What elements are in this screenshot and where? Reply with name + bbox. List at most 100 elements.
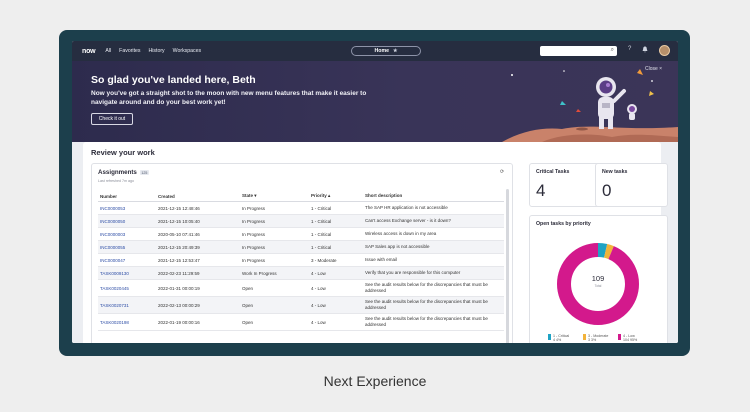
table-row[interactable]: INC0000055 2021-12-15 20:49:39 In Progre… [98, 241, 504, 254]
open-tasks-by-priority-card: Open tasks by priority 109 Total 1 - Cri… [529, 215, 668, 343]
description-cell: The SAP HR application is not accessible [365, 205, 448, 210]
welcome-banner: So glad you've landed here, Beth Now you… [72, 61, 678, 142]
state-cell: In Progress [242, 244, 266, 250]
legend-swatch [548, 334, 551, 340]
legend-swatch [618, 334, 621, 340]
priority-cell: 4 - Low [311, 319, 326, 325]
table-header: Number Created State ▾ Priority ▴ Short … [98, 191, 504, 202]
state-cell: In Progress [242, 205, 266, 211]
search-input[interactable]: ⌕ [540, 46, 617, 56]
priority-chart-title: Open tasks by priority [536, 221, 591, 227]
search-icon: ⌕ [610, 47, 614, 53]
priority-cell: 4 - Low [311, 285, 326, 291]
new-tasks-value: 0 [602, 181, 612, 200]
banner-text: Now you've got a straight shot to the mo… [91, 90, 367, 106]
legend-moderate[interactable]: 3 - Moderate 3 3% [583, 334, 608, 342]
critical-tasks-label: Critical Tasks [536, 169, 570, 175]
refresh-icon[interactable]: ⟳ [500, 169, 504, 175]
created-cell: 2022-02-23 11:29:59 [158, 270, 200, 276]
record-number-link[interactable]: TASK0020445 [98, 286, 158, 291]
record-number-link[interactable]: INC0000055 [98, 245, 158, 250]
home-pill-button[interactable]: Home ★ [351, 46, 421, 56]
record-number-link[interactable]: INC0000047 [98, 258, 158, 263]
astronaut-illustration [502, 69, 678, 142]
description-cell: See the audit results below for the disc… [365, 316, 488, 327]
caption: Next Experience [323, 373, 427, 389]
table-row[interactable]: TASK0009130 2022-02-23 11:29:59 Work In … [98, 267, 504, 280]
col-priority[interactable]: Priority ▴ [311, 193, 365, 199]
banner-title: So glad you've landed here, Beth [91, 74, 256, 86]
description-cell: See the audit results below for the disc… [365, 282, 488, 293]
legend-text: 3 - Moderate 3 3% [588, 334, 608, 342]
table-row[interactable]: TASK0020731 2022-02-13 00:00:29 Open 4 -… [98, 297, 504, 314]
record-number-link[interactable]: INC0000003 [98, 232, 158, 237]
help-icon[interactable]: ? [628, 46, 631, 52]
priority-cell: 1 - Critical [311, 218, 332, 224]
legend-value: 104 [623, 338, 629, 342]
col-number[interactable]: Number [98, 194, 158, 199]
new-tasks-card[interactable]: New tasks 0 [595, 163, 668, 207]
record-number-link[interactable]: INC0000050 [98, 219, 158, 224]
nav-all[interactable]: All [105, 48, 111, 54]
record-number-link[interactable]: TASK0020731 [98, 303, 158, 308]
critical-tasks-value: 4 [536, 181, 546, 200]
review-title: Review your work [91, 148, 155, 157]
nav-favorites[interactable]: Favorites [119, 48, 140, 54]
star-icon[interactable]: ★ [393, 48, 397, 54]
now-logo[interactable]: now [82, 48, 96, 55]
record-number-link[interactable]: TASK0020198 [98, 320, 158, 325]
table-row[interactable]: INC0000003 2020-05-10 07:41:46 In Progre… [98, 228, 504, 241]
col-short-description[interactable]: Short description [365, 193, 504, 199]
last-refreshed-text: Last refreshed 7m ago [98, 179, 134, 183]
legend-pct: 95% [630, 338, 638, 342]
legend-low[interactable]: 4 - Low 104 95% [618, 334, 637, 342]
bell-icon[interactable] [642, 46, 648, 55]
priority-cell: 3 - Moderate [311, 257, 337, 263]
critical-tasks-card[interactable]: Critical Tasks 4 [529, 163, 602, 207]
state-cell: In Progress [242, 257, 266, 263]
description-cell: Verify that you are responsible for this… [365, 270, 461, 275]
nav-workspaces[interactable]: Workspaces [173, 48, 201, 54]
created-cell: 2021-12-15 20:49:39 [158, 244, 200, 250]
table-row[interactable]: INC0000053 2021-12-15 12:48:46 In Progre… [98, 202, 504, 215]
top-navigation-bar: now All Favorites History Workspaces Hom… [72, 41, 678, 61]
new-tasks-label: New tasks [602, 169, 628, 175]
donut-total: 109 [591, 274, 605, 283]
created-cell: 2021-12-15 12:48:46 [158, 205, 200, 211]
state-cell: In Progress [242, 231, 266, 237]
table-row[interactable]: TASK0020445 2022-01-31 00:00:19 Open 4 -… [98, 280, 504, 297]
assignments-count-badge: 125 [139, 170, 149, 175]
record-number-link[interactable]: TASK0009130 [98, 271, 158, 276]
col-created[interactable]: Created [158, 194, 242, 199]
home-label: Home [374, 48, 389, 54]
col-state[interactable]: State ▾ [242, 193, 311, 199]
priority-cell: 1 - Critical [311, 244, 332, 250]
donut-total-label: Total [594, 284, 602, 288]
description-cell: See the audit results below for the disc… [365, 299, 488, 310]
created-cell: 2021-12-15 10:05:40 [158, 218, 200, 224]
table-row[interactable]: INC0000050 2021-12-15 10:05:40 In Progre… [98, 215, 504, 228]
state-cell: Open [242, 285, 254, 291]
legend-critical[interactable]: 1 - Critical 4 4% [548, 334, 569, 342]
priority-cell: 4 - Low [311, 302, 326, 308]
assignments-title: Assignments [98, 169, 137, 176]
review-your-work-card: Review your work Assignments 125 Last re… [83, 142, 668, 343]
assignments-table: Number Created State ▾ Priority ▴ Short … [98, 191, 504, 331]
table-row[interactable]: INC0000047 2021-12-15 12:53:47 In Progre… [98, 254, 504, 267]
priority-cell: 1 - Critical [311, 205, 332, 211]
description-cell: Can't access Exchange server - is it dow… [365, 218, 451, 223]
nav-history[interactable]: History [149, 48, 165, 54]
content-area: Review your work Assignments 125 Last re… [72, 142, 678, 343]
table-row[interactable]: TASK0020198 2022-01-19 00:00:16 Open 4 -… [98, 314, 504, 331]
assignments-panel: Assignments 125 Last refreshed 7m ago ⟳ … [91, 163, 513, 343]
legend-text: 4 - Low 104 95% [623, 334, 637, 342]
legend-pct: 4% [556, 338, 562, 342]
table-scrollbar[interactable] [506, 189, 509, 343]
user-avatar[interactable] [659, 45, 670, 56]
record-number-link[interactable]: INC0000053 [98, 206, 158, 211]
app-window: now All Favorites History Workspaces Hom… [72, 41, 678, 343]
state-cell: Work In Progress [242, 270, 277, 276]
state-cell: Open [242, 302, 254, 308]
created-cell: 2022-01-31 00:00:19 [158, 285, 200, 291]
check-it-out-button[interactable]: Check it out [91, 113, 133, 125]
